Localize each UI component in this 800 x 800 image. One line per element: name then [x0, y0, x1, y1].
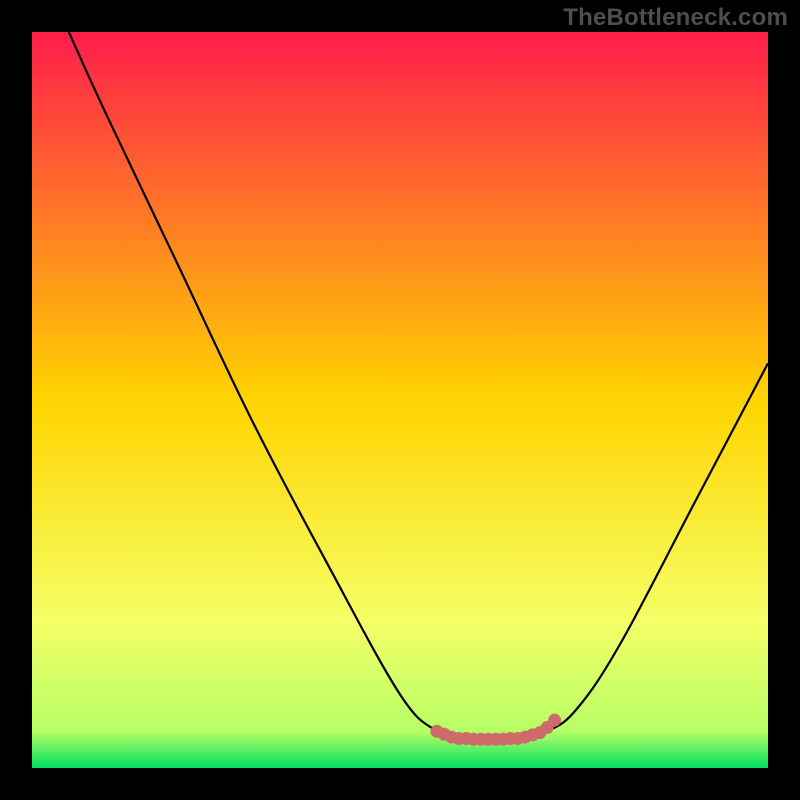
- chart-svg: [32, 32, 768, 768]
- watermark-text: TheBottleneck.com: [563, 4, 788, 32]
- marker-dot: [548, 714, 561, 727]
- plot-area: [32, 32, 768, 768]
- gradient-background: [32, 32, 768, 768]
- chart-frame: TheBottleneck.com: [0, 0, 800, 800]
